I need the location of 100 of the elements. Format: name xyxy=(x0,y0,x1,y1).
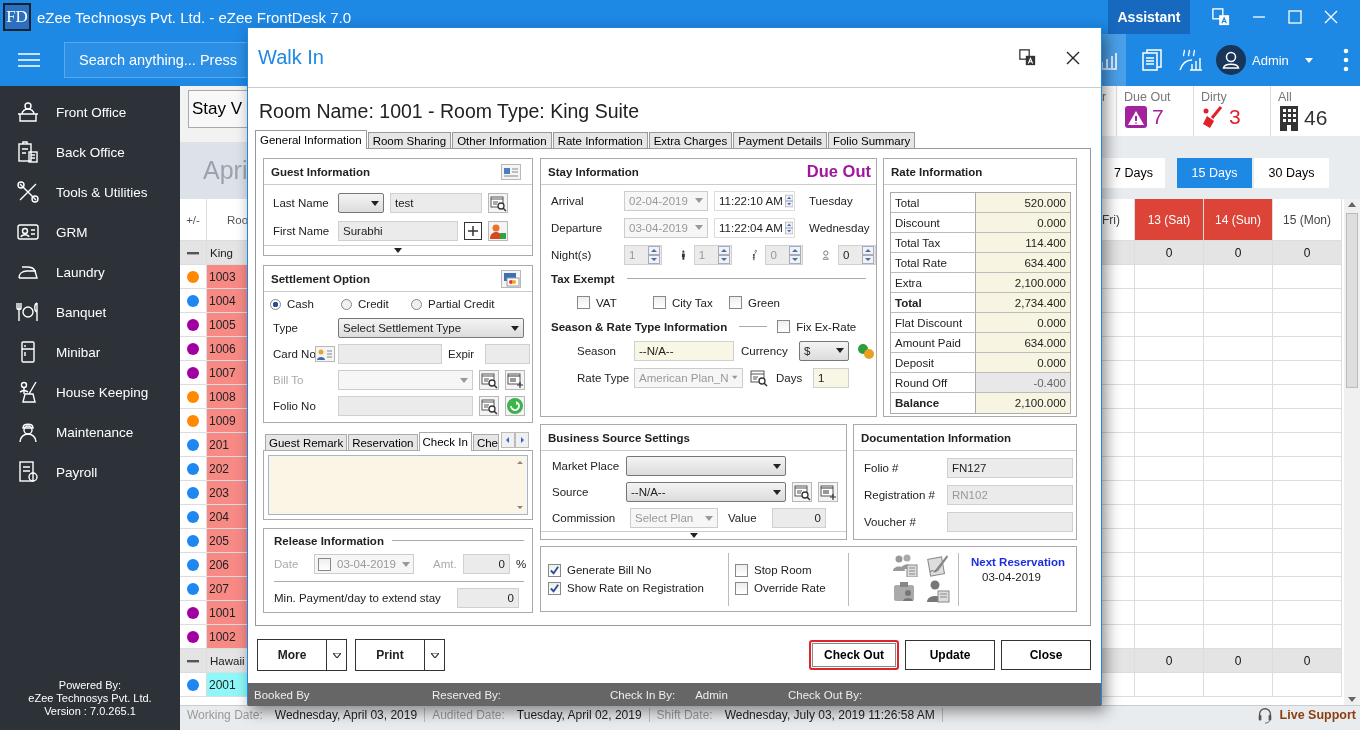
lookup-icon[interactable] xyxy=(792,482,812,502)
tab[interactable]: Folio Summary xyxy=(827,132,916,148)
clipboard-person-icon[interactable] xyxy=(892,579,916,603)
nav-item[interactable]: GRM xyxy=(0,212,180,252)
credit-cards-icon[interactable] xyxy=(501,269,521,288)
room-number[interactable]: 1006 xyxy=(207,337,247,360)
rate-value-field[interactable]: 634.000 xyxy=(976,333,1070,352)
lookup-icon[interactable] xyxy=(479,396,499,416)
title-dropdown[interactable] xyxy=(338,193,384,213)
live-support-link[interactable]: Live Support xyxy=(1255,705,1360,724)
add-person-icon[interactable] xyxy=(488,221,508,241)
room-number[interactable]: 204 xyxy=(207,505,247,528)
nav-item[interactable]: House Keeping xyxy=(0,372,180,412)
checkbox[interactable] xyxy=(729,296,742,309)
person-document-icon[interactable] xyxy=(926,579,950,603)
people-list-icon[interactable] xyxy=(892,553,918,577)
view-button[interactable]: Stay V xyxy=(188,90,247,128)
document-number-field[interactable] xyxy=(947,511,1073,532)
room-number[interactable]: 1003 xyxy=(207,265,247,288)
split-button[interactable]: More xyxy=(257,639,347,671)
count-field[interactable]: 0 xyxy=(838,244,876,265)
room-number[interactable]: 2001 xyxy=(207,673,247,696)
nav-item[interactable]: Maintenance xyxy=(0,412,180,452)
checkbox[interactable] xyxy=(548,581,561,595)
add-list-icon[interactable] xyxy=(818,482,838,502)
nav-item[interactable]: Front Office xyxy=(0,92,180,132)
checkbox[interactable] xyxy=(653,296,666,309)
rate-value-field[interactable]: 0.000 xyxy=(976,213,1070,232)
value-field[interactable]: 0 xyxy=(772,508,826,528)
action-button[interactable]: Check Out xyxy=(809,640,899,670)
lookup-icon[interactable] xyxy=(488,193,508,213)
steam-chart-icon[interactable] xyxy=(1178,48,1204,72)
nav-item[interactable]: Minibar xyxy=(0,332,180,372)
range-tab[interactable]: 30 Days xyxy=(1254,158,1329,188)
rate-value-field[interactable]: 2,100.000 xyxy=(976,393,1070,413)
radio-button[interactable] xyxy=(341,298,352,310)
rate-value-field[interactable]: 0.000 xyxy=(976,313,1070,332)
tab[interactable]: Extra Charges xyxy=(648,132,733,148)
menu-icon[interactable] xyxy=(18,53,40,67)
expiry-field[interactable] xyxy=(485,344,530,364)
action-button[interactable]: Close xyxy=(1001,640,1091,670)
range-tab[interactable]: 7 Days xyxy=(1102,158,1165,188)
market-place-dropdown[interactable] xyxy=(626,456,786,476)
room-number[interactable]: 1002 xyxy=(207,625,247,648)
rate-value-field[interactable]: 2,734.400 xyxy=(976,293,1070,312)
plus-icon[interactable] xyxy=(464,222,482,240)
room-number[interactable]: 1008 xyxy=(207,385,247,408)
rate-value-field[interactable]: 2,100.000 xyxy=(976,273,1070,292)
tab[interactable]: Other Information xyxy=(452,132,552,148)
first-name-field[interactable]: Surabhi xyxy=(338,221,458,241)
spinner-icon[interactable] xyxy=(784,191,793,210)
radio-button[interactable] xyxy=(411,298,422,310)
nav-item[interactable]: Payroll xyxy=(0,452,180,492)
room-number[interactable]: 202 xyxy=(207,457,247,480)
rate-value-field[interactable]: 520.000 xyxy=(976,193,1070,212)
checkbox[interactable] xyxy=(548,563,561,577)
tab[interactable]: Payment Details xyxy=(733,132,827,148)
room-number[interactable]: 201 xyxy=(207,433,247,456)
refresh-icon[interactable] xyxy=(505,396,525,416)
rate-value-field[interactable]: 114.400 xyxy=(976,233,1070,252)
scroll-up-icon[interactable] xyxy=(1348,202,1356,207)
tab[interactable]: Reservation xyxy=(348,434,418,450)
room-number[interactable]: 203 xyxy=(207,481,247,504)
rate-value-field[interactable]: 0.000 xyxy=(976,353,1070,372)
checkbox[interactable] xyxy=(577,296,590,309)
add-list-icon[interactable] xyxy=(505,370,525,390)
source-dropdown[interactable]: --N/A-- xyxy=(626,482,786,502)
split-button[interactable]: Print xyxy=(355,639,445,671)
last-name-field[interactable]: test xyxy=(390,193,482,213)
next-reservation-link[interactable]: Next Reservation xyxy=(971,556,1065,568)
signature-icon[interactable] xyxy=(926,553,950,577)
rate-value-field[interactable]: -0.400 xyxy=(976,373,1070,392)
folio-number-field[interactable] xyxy=(338,396,473,416)
card-person-icon[interactable] xyxy=(315,346,335,362)
currency-dropdown[interactable]: $ xyxy=(799,340,849,361)
spinner-icon[interactable] xyxy=(862,245,874,264)
nav-item[interactable]: Back Office xyxy=(0,132,180,172)
room-number[interactable]: 1001 xyxy=(207,601,247,624)
room-number[interactable]: 206 xyxy=(207,553,247,576)
tab[interactable]: General Information xyxy=(255,130,367,149)
tab-scroll-arrows[interactable] xyxy=(501,432,529,448)
room-number[interactable]: 205 xyxy=(207,529,247,552)
days-field[interactable]: 1 xyxy=(813,367,849,388)
id-card-icon[interactable] xyxy=(501,163,521,180)
tab[interactable]: Guest Remark xyxy=(265,434,348,450)
range-tab[interactable]: 15 Days xyxy=(1177,158,1252,188)
checkbox[interactable] xyxy=(777,320,791,333)
tab[interactable]: Check In xyxy=(418,432,472,451)
checkbox[interactable] xyxy=(735,563,748,577)
tab[interactable]: Rate Information xyxy=(552,132,648,148)
more-icon[interactable] xyxy=(1342,48,1349,72)
tab[interactable]: Room Sharing xyxy=(367,132,452,148)
spinner-icon[interactable] xyxy=(784,218,793,237)
room-number[interactable]: 1009 xyxy=(207,409,247,432)
settlement-type-dropdown[interactable]: Select Settlement Type xyxy=(338,318,524,338)
collapse-icon[interactable] xyxy=(187,658,199,663)
room-number[interactable]: 1005 xyxy=(207,313,247,336)
close-button[interactable] xyxy=(1066,50,1080,65)
room-number[interactable]: 207 xyxy=(207,577,247,600)
document-number-field[interactable]: FN127 xyxy=(947,457,1073,478)
